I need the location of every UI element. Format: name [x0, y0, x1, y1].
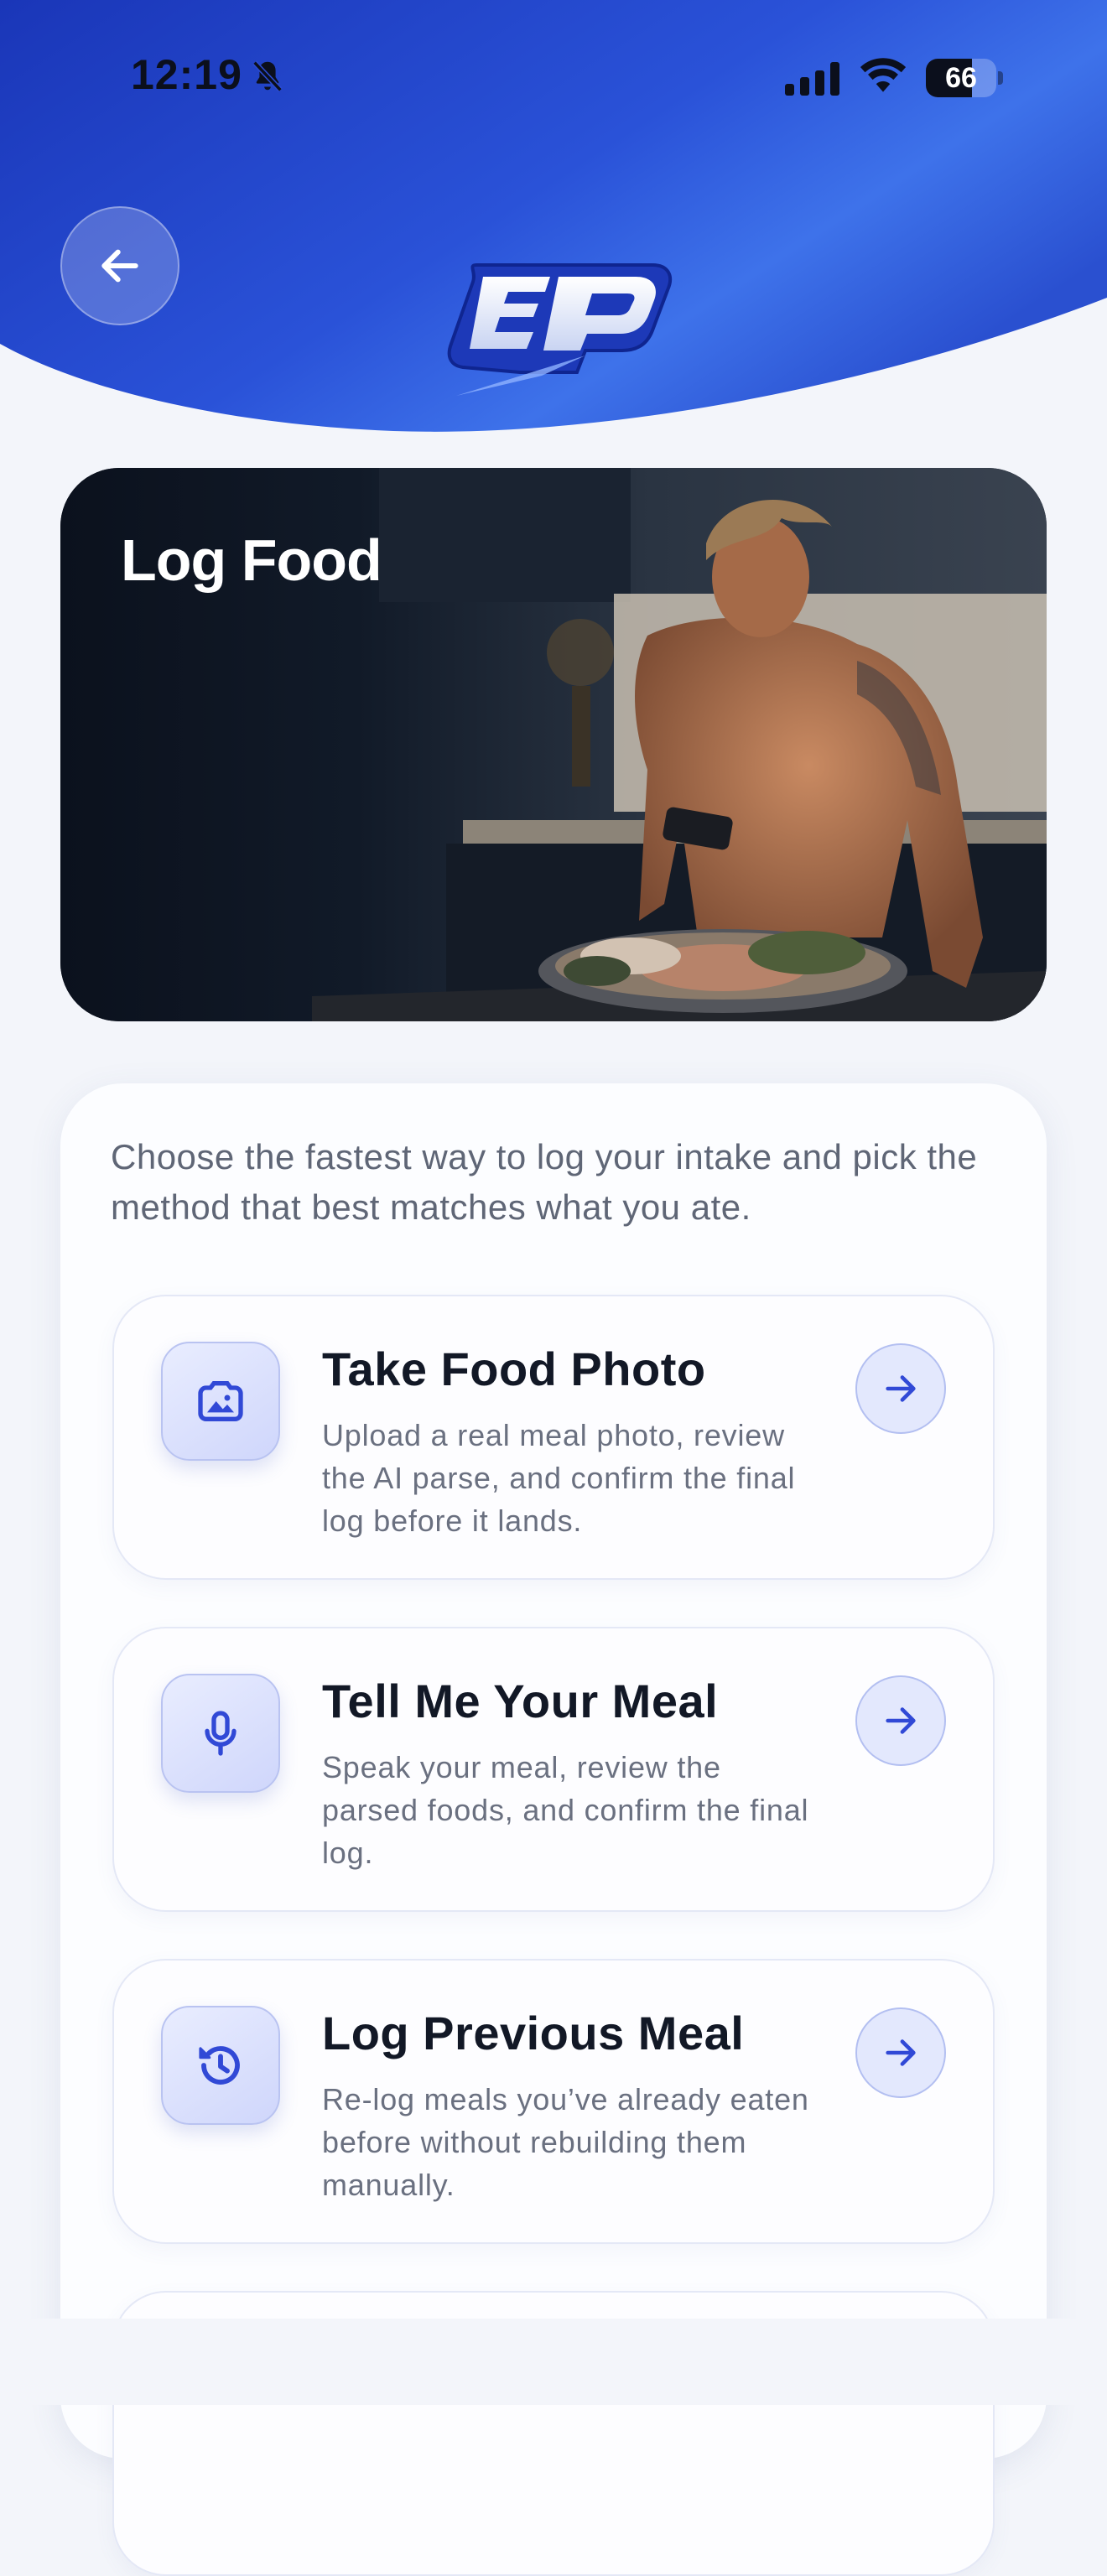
option-icon-tile: [161, 1674, 280, 1793]
option-title: Take Food Photo: [322, 1343, 706, 1395]
back-button[interactable]: [60, 206, 179, 325]
ep-logo: [447, 263, 673, 396]
battery-icon: 66: [926, 59, 1003, 97]
arrow-right-icon: [886, 2039, 916, 2066]
arrow-right-icon: [886, 1707, 916, 1734]
status-bar: 12:19 66: [0, 50, 1107, 109]
page-title: Log Food: [121, 527, 382, 593]
option-take-food-photo[interactable]: Take Food Photo Upload a real meal photo…: [112, 1295, 995, 1580]
option-log-previous-meal[interactable]: Log Previous Meal Re-log meals you’ve al…: [112, 1959, 995, 2244]
intro-text: Choose the fastest way to log your intak…: [111, 1137, 978, 1227]
battery-tip: [998, 71, 1003, 85]
cellular-signal-icon: [785, 62, 839, 96]
option-icon-tile: [161, 1342, 280, 1461]
option-description: Re-log meals you’ve already eaten before…: [322, 2082, 809, 2202]
microphone-icon: [205, 1711, 236, 1756]
bell-slash-icon: [252, 60, 283, 92]
option-arrow-button[interactable]: [855, 1675, 946, 1766]
battery-percent: 66: [945, 62, 977, 94]
arrow-left-icon: [101, 249, 138, 283]
option-title: Log Previous Meal: [322, 2007, 745, 2059]
option-tell-me-your-meal[interactable]: Tell Me Your Meal Speak your meal, revie…: [112, 1627, 995, 1912]
history-icon: [199, 2046, 240, 2085]
arrow-right-icon: [886, 1375, 916, 1402]
option-description: Speak your meal, review the parsed foods…: [322, 1750, 809, 1870]
camera-icon: [198, 1381, 243, 1421]
option-arrow-button[interactable]: [855, 2007, 946, 2098]
option-description: Upload a real meal photo, review the AI …: [322, 1418, 796, 1538]
hero-banner: Log Food: [60, 468, 1047, 1021]
battery-body: 66: [926, 59, 996, 97]
option-icon-tile: [161, 2006, 280, 2125]
log-options-card: Choose the fastest way to log your intak…: [60, 1083, 1047, 2576]
status-time: 12:19: [131, 51, 242, 98]
option-arrow-button[interactable]: [855, 1343, 946, 1434]
bottom-edge: [0, 2319, 1107, 2405]
wifi-icon: [860, 58, 907, 92]
option-title: Tell Me Your Meal: [322, 1675, 719, 1727]
